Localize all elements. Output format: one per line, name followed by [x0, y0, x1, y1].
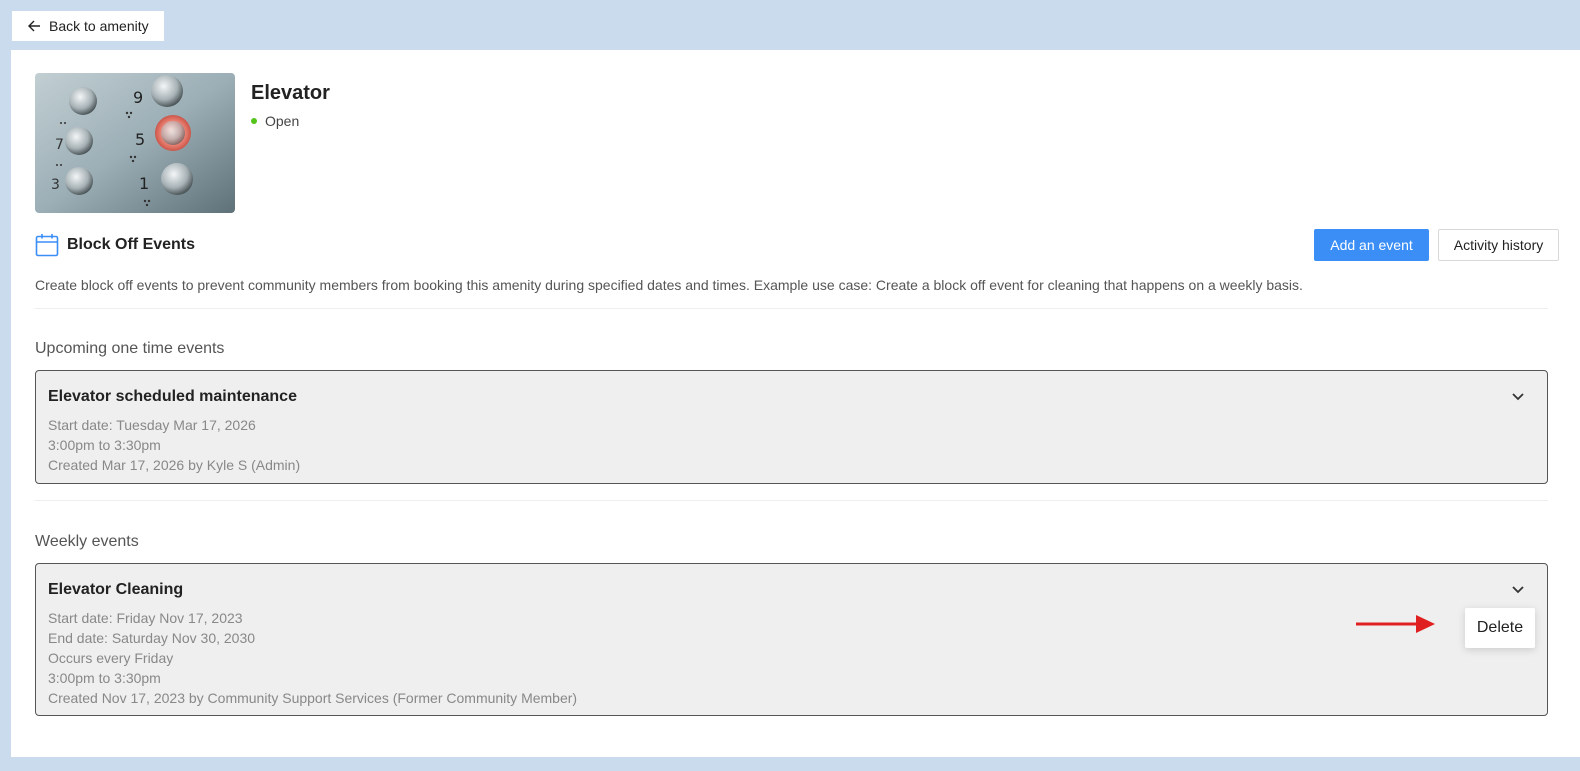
block-off-header: Block Off Events	[35, 233, 195, 257]
event-end-date: End date: Saturday Nov 30, 2030	[48, 630, 256, 646]
event-created: Created Mar 17, 2026 by Kyle S (Admin)	[48, 457, 301, 473]
one-time-events-heading: Upcoming one time events	[35, 340, 225, 357]
amenity-title: Elevator	[251, 82, 330, 104]
block-off-description: Create block off events to prevent commu…	[35, 277, 1303, 293]
status-dot-icon	[251, 118, 257, 124]
one-time-event-card[interactable]: Elevator scheduled maintenance Start dat…	[35, 370, 1548, 484]
event-title: Elevator scheduled maintenance	[48, 388, 297, 405]
divider	[35, 308, 1548, 309]
arrow-left-icon	[28, 20, 40, 32]
back-label: Back to amenity	[49, 18, 149, 34]
event-created: Created Nov 17, 2023 by Community Suppor…	[48, 690, 578, 706]
delete-button[interactable]: Delete	[1465, 608, 1535, 648]
svg-text:7: 7	[55, 137, 64, 153]
weekly-events-heading: Weekly events	[35, 533, 139, 550]
amenity-photo: 9 5 1 7 3	[35, 73, 235, 213]
red-arrow-annotation-icon	[1356, 615, 1435, 633]
amenity-panel: 9 5 1 7 3 Elevator Open Block Off Events	[11, 50, 1580, 757]
back-to-amenity-button[interactable]: Back to amenity	[12, 11, 164, 41]
weekly-event-card[interactable]: Elevator Cleaning Start date: Friday Nov…	[35, 563, 1548, 716]
svg-text:5: 5	[135, 130, 145, 149]
event-title: Elevator Cleaning	[48, 581, 184, 598]
event-time: 3:00pm to 3:30pm	[48, 670, 161, 686]
chevron-down-icon[interactable]	[1511, 582, 1525, 596]
event-recurrence: Occurs every Friday	[48, 650, 174, 666]
status-label: Open	[265, 113, 300, 129]
amenity-status: Open	[251, 113, 299, 129]
event-time: 3:00pm to 3:30pm	[48, 437, 161, 453]
add-event-button[interactable]: Add an event	[1314, 229, 1429, 261]
event-start-date: Start date: Friday Nov 17, 2023	[48, 610, 243, 626]
block-off-title: Block Off Events	[67, 236, 196, 253]
svg-text:9: 9	[133, 88, 143, 107]
activity-history-button[interactable]: Activity history	[1438, 229, 1559, 261]
svg-text:1: 1	[139, 174, 149, 193]
event-start-date: Start date: Tuesday Mar 17, 2026	[48, 417, 256, 433]
calendar-icon	[35, 234, 59, 257]
divider	[35, 500, 1548, 501]
svg-text:3: 3	[51, 177, 60, 193]
chevron-down-icon[interactable]	[1511, 389, 1525, 403]
